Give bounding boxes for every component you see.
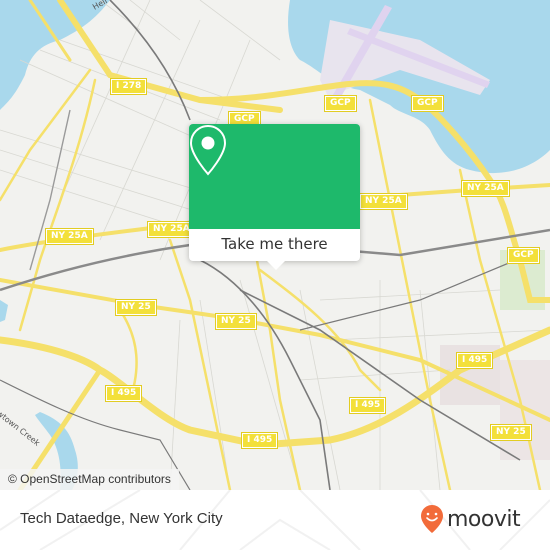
route-shield-i495: I 495 <box>240 432 279 449</box>
route-shield-i495: I 495 <box>348 397 387 414</box>
creek-inlet-water <box>0 300 8 322</box>
route-shield-ny25a: NY 25A <box>45 228 94 245</box>
route-shield-ny25: NY 25 <box>115 299 157 316</box>
map[interactable]: I 278 GCP GCP GCP GCP NY 25A NY 25A NY 2… <box>0 0 550 490</box>
route-shield-i495: I 495 <box>104 385 143 402</box>
avenue <box>253 248 302 490</box>
popup-tail <box>267 261 285 270</box>
avenue <box>368 98 452 490</box>
footer: Tech Dataedge, New York City moovit <box>0 490 550 550</box>
route-shield-i495: I 495 <box>455 352 494 369</box>
map-attribution[interactable]: © OpenStreetMap contributors <box>0 469 179 490</box>
moovit-logo[interactable]: moovit <box>420 501 521 537</box>
location-title: Tech Dataedge, New York City <box>20 510 223 527</box>
popup-header <box>189 124 360 229</box>
moovit-smiley-pin-icon <box>421 505 443 533</box>
route-shield-gcp: GCP <box>324 95 357 112</box>
rail <box>199 259 331 490</box>
moovit-brand-name: moovit <box>447 506 521 532</box>
route-shield-ny25a: NY 25A <box>359 193 408 210</box>
route-shield-ny25a: NY 25A <box>147 221 196 238</box>
location-pin-icon <box>189 124 227 176</box>
route-shield-gcp: GCP <box>507 247 540 264</box>
route-shield-ny25: NY 25 <box>490 424 532 441</box>
avenue <box>168 238 232 490</box>
route-shield-ny25a: NY 25A <box>461 180 510 197</box>
route-shield-ny25: NY 25 <box>215 313 257 330</box>
avenue <box>18 78 97 332</box>
rail <box>109 0 191 121</box>
location-popup: Take me there <box>189 124 360 270</box>
take-me-there-button[interactable]: Take me there <box>189 229 360 261</box>
route-shield-i278: I 278 <box>109 78 148 95</box>
route-shield-gcp: GCP <box>411 95 444 112</box>
